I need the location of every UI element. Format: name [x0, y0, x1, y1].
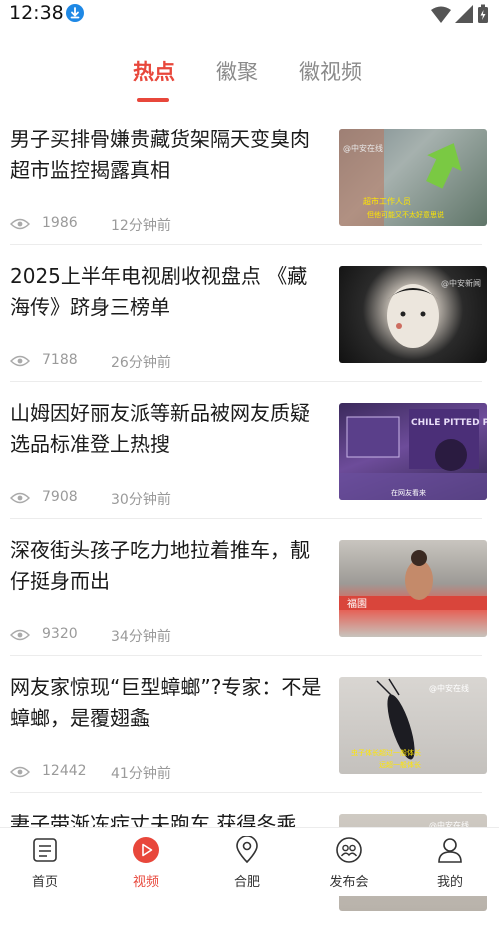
nav-label: 视频 — [132, 875, 159, 890]
download-icon — [66, 4, 84, 22]
publish-time: 30分钟前 — [111, 492, 171, 508]
news-title: 男子买排骨嫌贵藏货架隔天变臭肉 超市监控揭露真相 — [10, 127, 310, 182]
thumb-caption: 在网友看来 — [391, 488, 426, 497]
bottom-nav: 首页 视频 合肥 发布会 我的 — [0, 827, 499, 896]
eye-icon — [10, 492, 30, 504]
publish-time: 34分钟前 — [111, 629, 171, 645]
view-count: 7188 — [42, 352, 78, 368]
divider — [10, 244, 482, 245]
eye-icon — [10, 218, 30, 230]
news-title: 2025上半年电视剧收视盘点 《藏海传》跻身三榜单 — [10, 264, 308, 319]
news-thumbnail: @中安在线 超市工作人员 但他可能又不太好意思说 — [339, 129, 487, 226]
thumb-watermark: @中安在线 — [429, 683, 469, 693]
news-item[interactable]: 2025上半年电视剧收视盘点 《藏海传》跻身三榜单 7188 26分钟前 @中安… — [0, 255, 499, 391]
nav-label: 发布会 — [329, 875, 369, 890]
status-time: 12:38 — [9, 2, 64, 24]
news-thumbnail: @中安新闻 — [339, 266, 487, 363]
view-count: 7908 — [42, 489, 78, 505]
divider — [10, 518, 482, 519]
news-thumbnail: CHILE PITTED PRUNES 在网友看来 — [339, 403, 487, 500]
news-title: 深夜街头孩子吃力地拉着推车，靓仔挺身而出 — [10, 538, 310, 593]
nav-profile[interactable]: 我的 — [410, 828, 490, 896]
nav-home[interactable]: 首页 — [5, 828, 85, 896]
news-icon — [33, 838, 57, 862]
view-count: 9320 — [42, 626, 78, 642]
news-item[interactable]: 网友家惊现“巨型蟑螂”?专家：不是蟑螂，是覆翅螽 12442 41分钟前 @中安… — [0, 666, 499, 802]
news-item[interactable]: 深夜街头孩子吃力地拉着推车，靓仔挺身而出 9320 34分钟前 福園 — [0, 529, 499, 665]
view-count: 1986 — [42, 215, 78, 231]
thumb-label: 福園 — [347, 597, 367, 610]
tab-huiju[interactable]: 徽聚 — [216, 56, 258, 86]
thumb-caption: 远超一般体长 — [379, 760, 421, 769]
nav-video[interactable]: 视频 — [106, 828, 186, 896]
view-count: 12442 — [42, 763, 87, 779]
eye-icon — [10, 766, 30, 778]
status-bar: 12:38 — [0, 0, 499, 30]
divider — [10, 655, 482, 656]
thumb-caption: 超市工作人员 — [363, 196, 411, 206]
nav-label: 合肥 — [233, 875, 260, 890]
eye-icon — [10, 629, 30, 641]
tab-hui-video[interactable]: 徽视频 — [299, 56, 362, 86]
tab-hot[interactable]: 热点 — [133, 56, 175, 86]
top-tab-bar: 热点 徽聚 徽视频 — [0, 52, 499, 108]
thumb-caption: 虫子体长超过一般体长 — [351, 748, 421, 757]
person-icon — [438, 838, 462, 863]
thumb-watermark: @中安在线 — [343, 143, 383, 153]
publish-time: 41分钟前 — [111, 766, 171, 782]
chat-group-icon — [336, 837, 362, 863]
news-title: 山姆因好丽友派等新品被网友质疑选品标准登上热搜 — [10, 401, 310, 456]
divider — [10, 381, 482, 382]
nav-hefei[interactable]: 合肥 — [207, 828, 287, 896]
news-thumbnail: @中安在线 虫子体长超过一般体长 远超一般体长 — [339, 677, 487, 774]
location-pin-icon — [236, 836, 258, 864]
system-status-icons — [431, 4, 488, 23]
nav-label: 我的 — [436, 875, 463, 890]
thumb-label: CHILE PITTED PRUNES — [411, 418, 487, 428]
publish-time: 12分钟前 — [111, 218, 171, 234]
news-thumbnail: 福園 — [339, 540, 487, 637]
news-item[interactable]: 男子买排骨嫌贵藏货架隔天变臭肉 超市监控揭露真相 1986 12分钟前 @中安在… — [0, 118, 499, 254]
divider — [10, 792, 482, 793]
signal-icon — [455, 5, 473, 23]
eye-icon — [10, 355, 30, 367]
play-icon — [133, 837, 159, 863]
active-tab-indicator — [137, 98, 169, 102]
nav-label: 首页 — [31, 875, 58, 890]
news-item[interactable]: 山姆因好丽友派等新品被网友质疑选品标准登上热搜 7908 30分钟前 CHILE… — [0, 392, 499, 528]
wifi-icon — [431, 6, 451, 23]
thumb-caption: 但他可能又不太好意思说 — [367, 210, 444, 219]
thumb-watermark: @中安新闻 — [441, 278, 481, 288]
nav-press-conference[interactable]: 发布会 — [309, 828, 389, 896]
publish-time: 26分钟前 — [111, 355, 171, 371]
battery-icon — [478, 4, 488, 23]
news-title: 网友家惊现“巨型蟑螂”?专家：不是蟑螂，是覆翅螽 — [10, 675, 322, 730]
